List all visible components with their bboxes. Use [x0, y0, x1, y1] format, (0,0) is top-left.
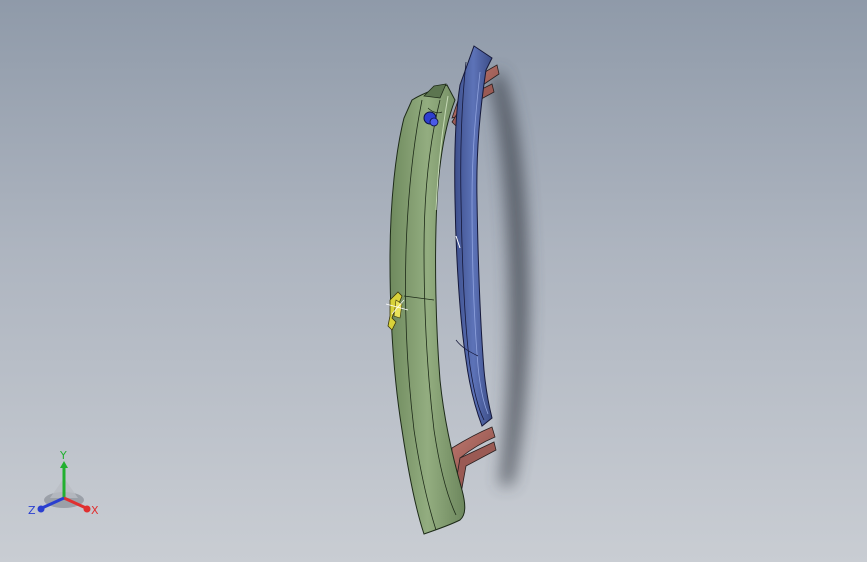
model-shadow — [490, 70, 529, 485]
y-arrow-icon — [60, 461, 68, 468]
graphics-viewport[interactable]: Y X Z — [0, 0, 867, 562]
x-arrow-icon — [83, 505, 91, 513]
x-axis-label: X — [91, 504, 99, 517]
z-arrow-icon — [37, 505, 45, 513]
3d-model-view[interactable] — [0, 0, 867, 562]
y-axis-label: Y — [59, 449, 67, 462]
axis-triad: Y X Z — [28, 449, 99, 517]
rear-rail[interactable] — [454, 45, 493, 427]
z-axis-label: Z — [28, 504, 36, 517]
